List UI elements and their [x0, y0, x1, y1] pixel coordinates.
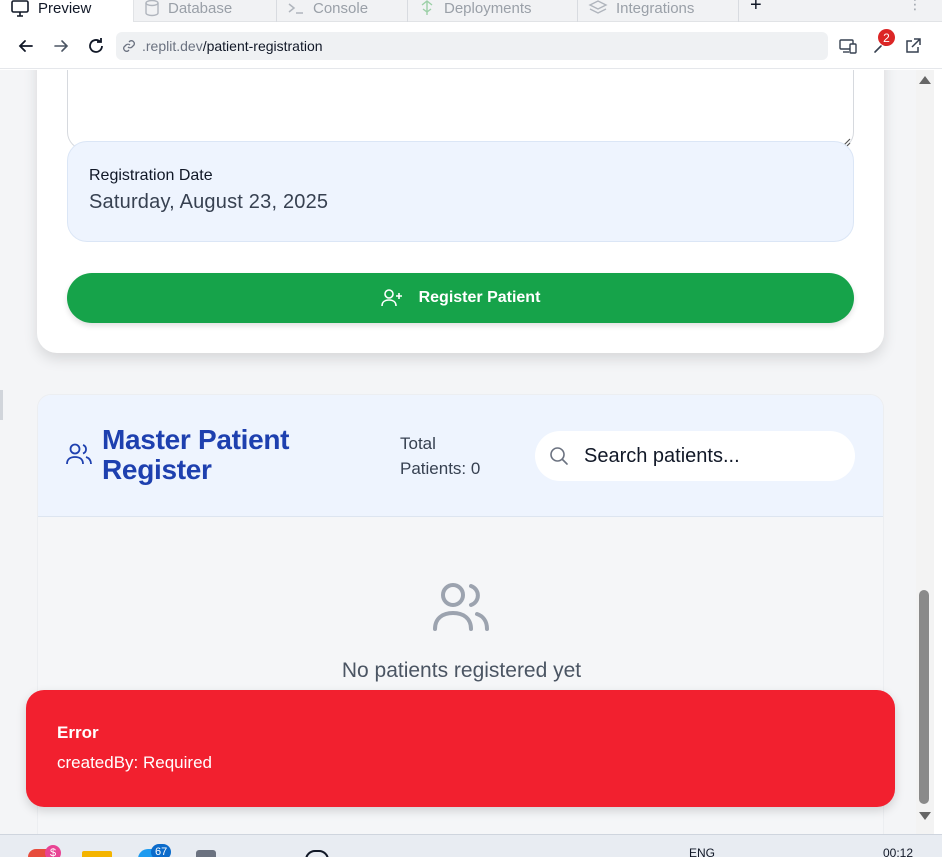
- tab-deployments[interactable]: Deployments: [408, 0, 578, 22]
- arrow-left-icon: [18, 40, 33, 52]
- new-tab-button[interactable]: +: [750, 0, 762, 17]
- toast-title: Error: [57, 723, 99, 742]
- search-input[interactable]: [584, 444, 834, 468]
- empty-state-message: No patients registered yet: [341, 659, 582, 682]
- registration-form-card: Registration Date Saturday, August 23, 2…: [37, 70, 884, 353]
- user-plus-icon: [380, 289, 402, 307]
- right-edge: [934, 70, 942, 834]
- toast-message: createdBy: Required: [57, 753, 212, 772]
- notes-textarea[interactable]: [67, 70, 854, 150]
- devices-button[interactable]: [836, 34, 860, 58]
- register-patient-label: Register Patient: [418, 289, 541, 306]
- mail-badge: 67: [151, 844, 172, 857]
- page-title: Master Patient Register: [102, 424, 290, 485]
- tab-console[interactable]: Console: [277, 0, 408, 22]
- users-icon: [66, 443, 92, 465]
- search-icon: [550, 447, 568, 465]
- app-icon[interactable]: [305, 850, 329, 857]
- tab-label: Deployments: [444, 0, 532, 17]
- register-patient-button[interactable]: Register Patient: [67, 273, 854, 323]
- database-icon: [145, 0, 159, 17]
- page-scrollbar[interactable]: [916, 70, 934, 834]
- tab-label: Database: [168, 0, 233, 17]
- error-toast[interactable]: Error createdBy: Required: [26, 690, 895, 807]
- scroll-up-arrow-icon[interactable]: [919, 76, 931, 84]
- taskbar: $ 67 ENG 00:12: [0, 834, 942, 857]
- terminal-icon: [288, 3, 303, 14]
- tab-label: Integrations: [616, 0, 695, 17]
- language-indicator[interactable]: ENG: [689, 846, 715, 857]
- users-empty-icon: [433, 583, 489, 631]
- clock-time[interactable]: 00:12: [883, 846, 913, 857]
- url-input[interactable]: .replit.dev/patient-registration: [116, 32, 828, 60]
- master-register-header: Master Patient Register Total Patients: …: [38, 395, 883, 517]
- address-bar: .replit.dev/patient-registration 2: [0, 22, 942, 69]
- link-icon: [123, 40, 135, 52]
- open-external-button[interactable]: [901, 34, 925, 58]
- tab-integrations[interactable]: Integrations: [578, 0, 739, 22]
- app-badge-icon: $: [45, 845, 61, 857]
- tab-strip: Preview Database Console Deployments Int…: [0, 0, 942, 22]
- scroll-down-arrow-icon[interactable]: [919, 812, 931, 820]
- monitor-icon: [11, 0, 29, 17]
- tab-database[interactable]: Database: [134, 0, 277, 22]
- tab-more-button[interactable]: ⋮: [908, 0, 922, 13]
- external-link-icon: [906, 38, 921, 53]
- deploy-icon: [421, 0, 433, 15]
- url-path: /patient-registration: [202, 38, 323, 54]
- app-icon[interactable]: [196, 850, 216, 857]
- registration-date-label: Registration Date: [89, 167, 213, 184]
- notification-badge: 2: [878, 29, 895, 46]
- reload-icon: [89, 38, 103, 53]
- url-host: .replit.dev: [142, 38, 203, 54]
- registration-date-value: Saturday, August 23, 2025: [89, 191, 329, 213]
- arrow-right-icon: [54, 40, 69, 52]
- scroll-thumb[interactable]: [919, 590, 929, 804]
- registration-date-box: Registration Date Saturday, August 23, 2…: [67, 141, 854, 242]
- tab-divider: [738, 0, 739, 22]
- tab-label: Preview: [38, 0, 92, 17]
- layers-icon: [588, 0, 608, 14]
- reload-button[interactable]: [84, 34, 108, 58]
- forward-button[interactable]: [49, 34, 73, 58]
- tab-label: Console: [313, 0, 369, 17]
- panel-resize-handle[interactable]: [0, 390, 3, 420]
- devices-icon: [839, 39, 857, 54]
- search-box[interactable]: [535, 431, 855, 481]
- back-button[interactable]: [14, 34, 38, 58]
- total-patients-count: Total Patients: 0: [400, 434, 481, 478]
- tab-preview[interactable]: Preview: [0, 0, 134, 22]
- folder-icon[interactable]: [82, 851, 112, 857]
